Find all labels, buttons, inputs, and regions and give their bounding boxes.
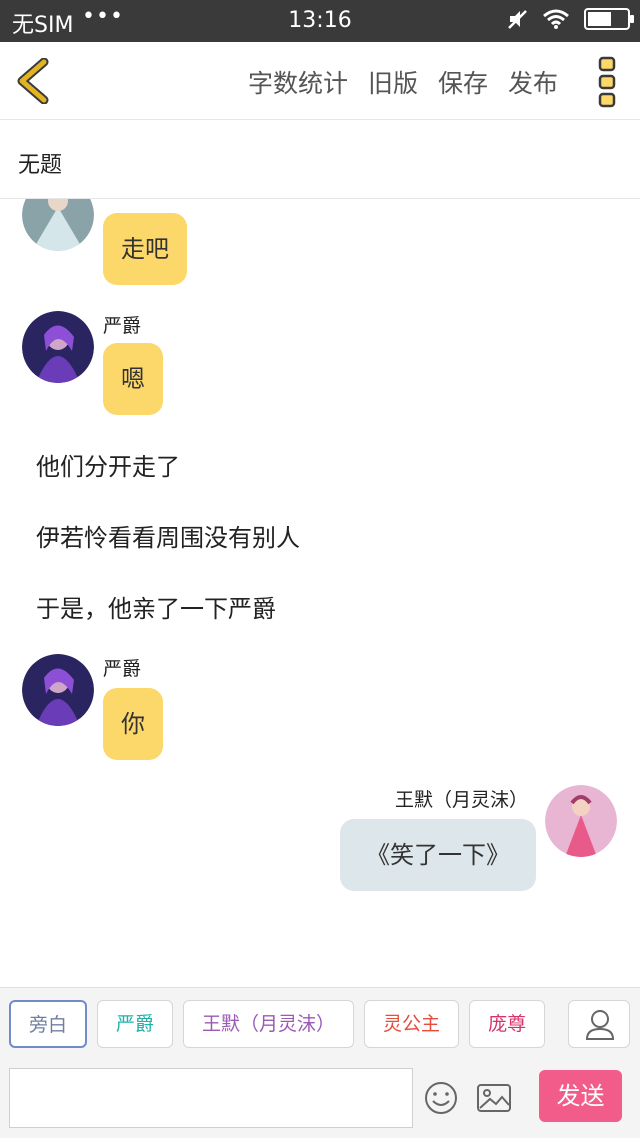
image-icon[interactable] bbox=[476, 1081, 512, 1115]
message-input[interactable] bbox=[9, 1068, 413, 1128]
narration-text[interactable]: 于是，他亲了一下严爵 bbox=[36, 589, 276, 624]
status-bar: 无SIM ••• 13:16 bbox=[0, 0, 640, 42]
publish-button[interactable]: 发布 bbox=[508, 64, 558, 100]
composer-panel: 旁白 严爵 王默（月灵沫） 灵公主 庞尊 发送 bbox=[0, 987, 640, 1138]
battery-icon bbox=[584, 8, 634, 30]
top-toolbar: 字数统计 旧版 保存 发布 bbox=[0, 42, 640, 120]
document-title-bar[interactable]: 无题 bbox=[0, 121, 640, 199]
narration-text[interactable]: 伊若怜看看周围没有别人 bbox=[36, 518, 300, 553]
speaker-name: 严爵 bbox=[103, 658, 142, 680]
wifi-icon bbox=[543, 9, 569, 29]
word-count-button[interactable]: 字数统计 bbox=[248, 64, 348, 100]
role-yanjue[interactable]: 严爵 bbox=[97, 1000, 174, 1048]
role-linggongzhu[interactable]: 灵公主 bbox=[364, 1000, 460, 1048]
chat-bubble[interactable]: 嗯 bbox=[103, 343, 163, 415]
avatar[interactable] bbox=[22, 654, 94, 726]
avatar[interactable] bbox=[22, 311, 94, 383]
more-menu-icon[interactable] bbox=[598, 56, 616, 108]
send-button[interactable]: 发送 bbox=[539, 1070, 622, 1122]
role-narrator[interactable]: 旁白 bbox=[9, 1000, 88, 1048]
chat-bubble[interactable]: 你 bbox=[103, 688, 163, 760]
emoji-icon[interactable] bbox=[424, 1081, 458, 1115]
old-version-button[interactable]: 旧版 bbox=[368, 64, 418, 100]
document-title: 无题 bbox=[18, 153, 63, 178]
role-selector: 旁白 严爵 王默（月灵沫） 灵公主 庞尊 bbox=[9, 1000, 546, 1048]
chat-bubble[interactable]: 走吧 bbox=[103, 213, 187, 285]
back-arrow-icon[interactable] bbox=[14, 58, 54, 104]
role-pangzun[interactable]: 庞尊 bbox=[469, 1000, 546, 1048]
speaker-name: 王默（月灵沫） bbox=[394, 789, 528, 811]
avatar[interactable] bbox=[545, 785, 617, 857]
role-wangmo[interactable]: 王默（月灵沫） bbox=[183, 1000, 355, 1048]
save-button[interactable]: 保存 bbox=[438, 64, 488, 100]
story-content[interactable]: 走吧 严爵 嗯 他们分开走了 伊若怜看看周围没有别人 于是，他亲了一下严爵 严爵… bbox=[0, 199, 640, 987]
person-icon bbox=[585, 1010, 615, 1040]
narration-text[interactable]: 他们分开走了 bbox=[36, 447, 180, 482]
mute-icon bbox=[508, 10, 527, 29]
speaker-name: 严爵 bbox=[103, 315, 142, 337]
chat-bubble[interactable]: 《笑了一下》 bbox=[340, 819, 536, 891]
avatar[interactable] bbox=[22, 199, 94, 251]
add-role-button[interactable] bbox=[568, 1000, 630, 1048]
